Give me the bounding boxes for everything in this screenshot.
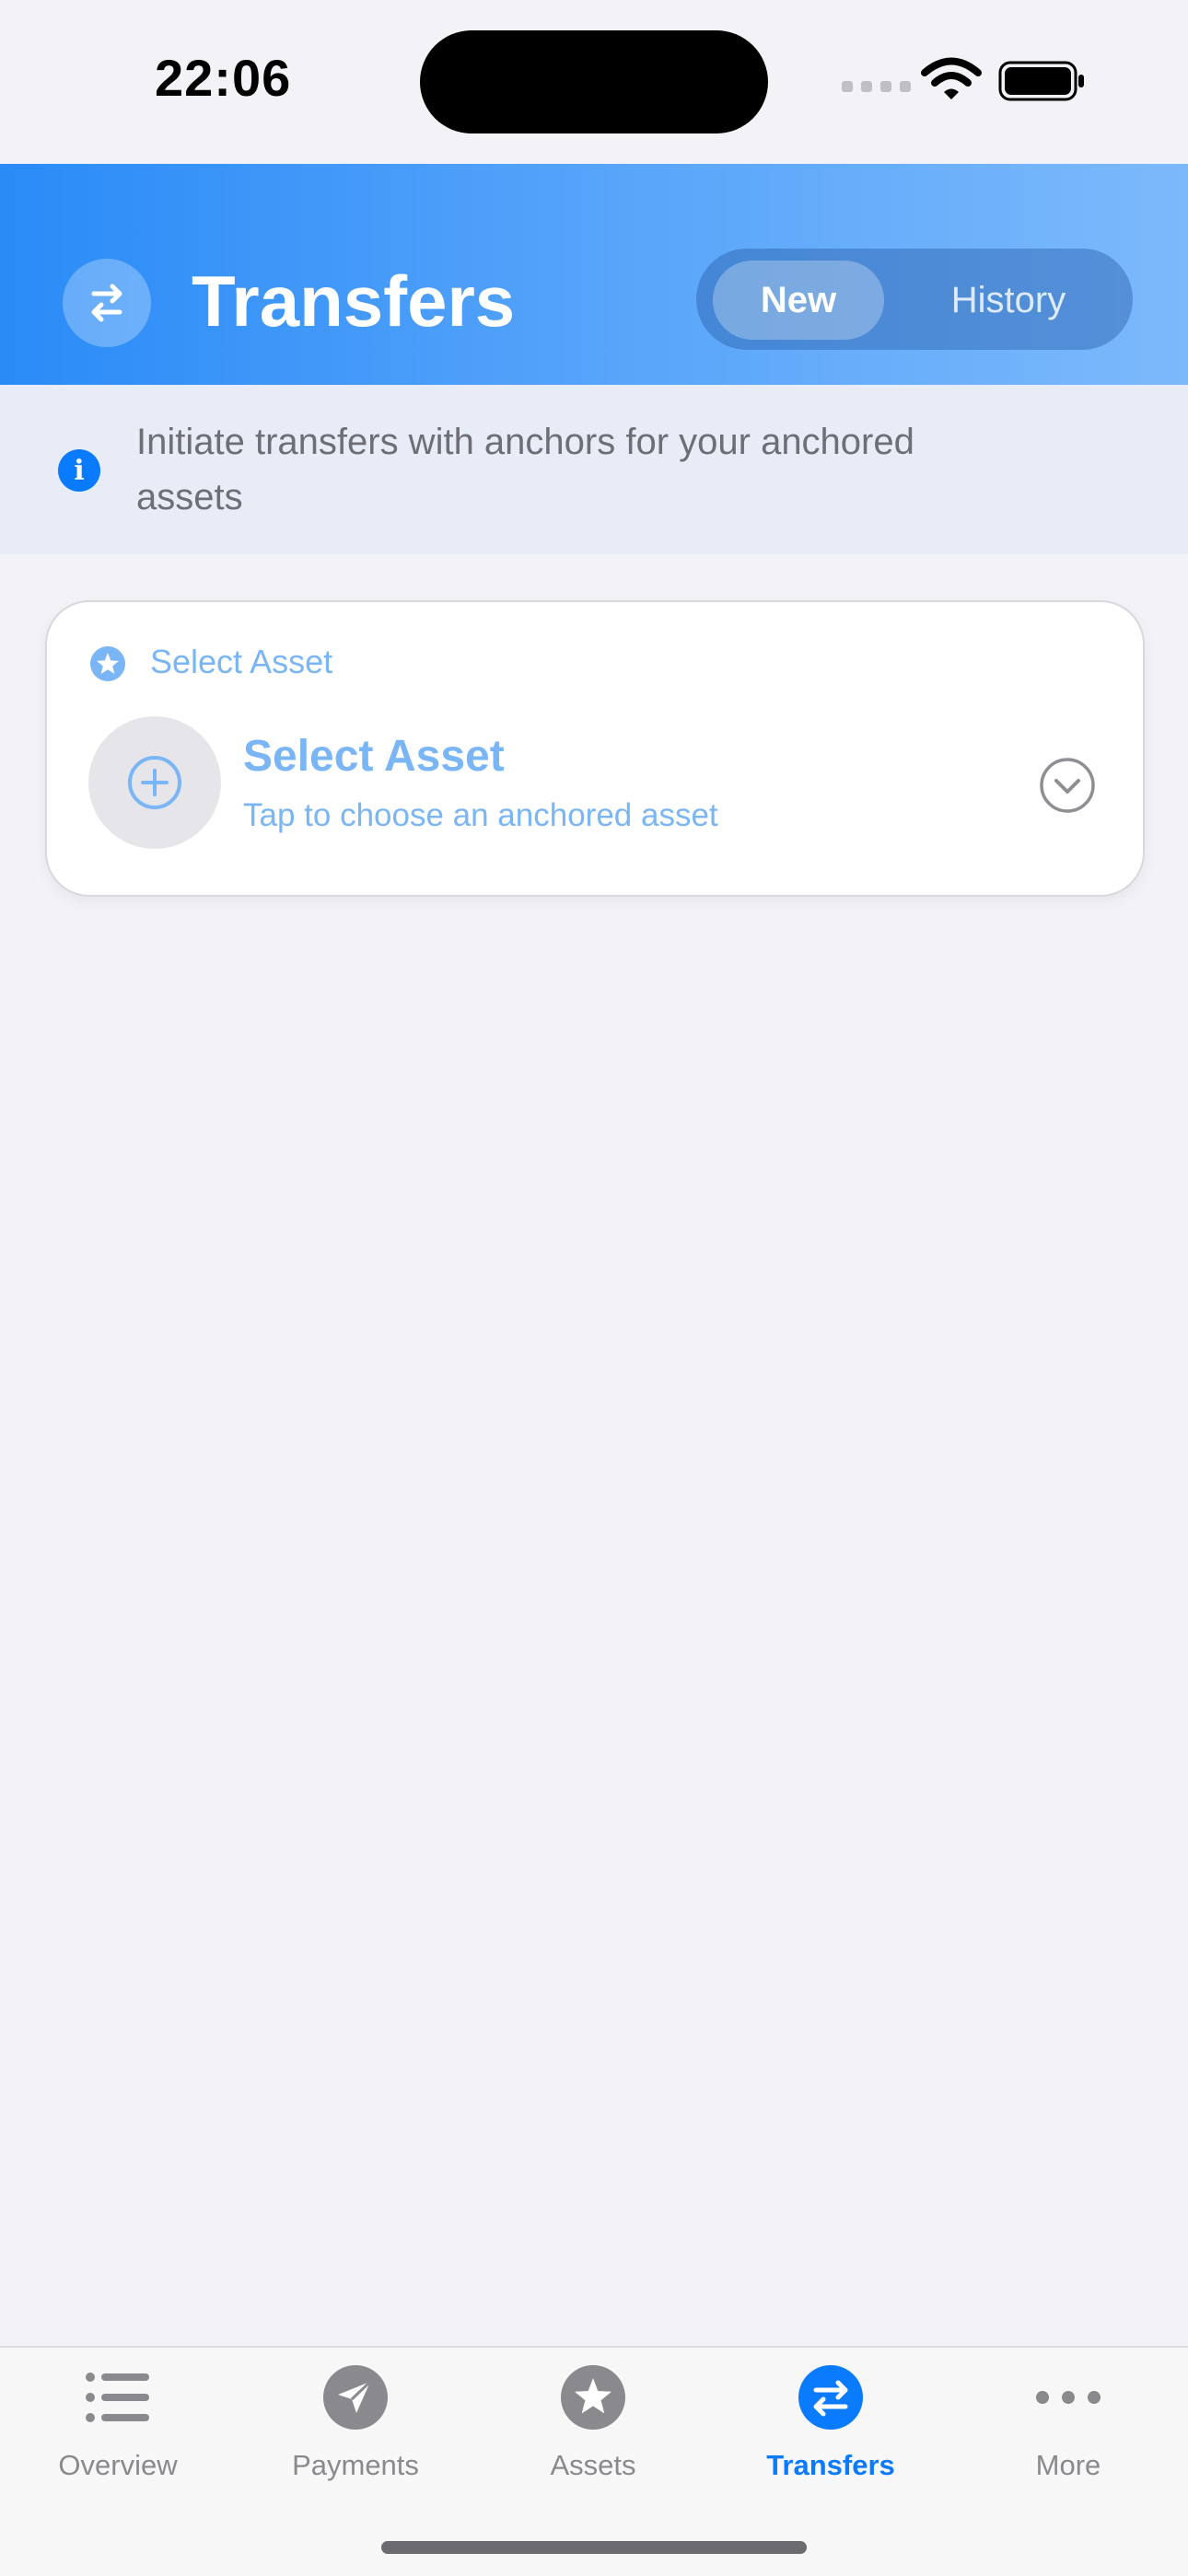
list-icon: [83, 2362, 153, 2432]
select-asset-subtitle: Tap to choose an anchored asset: [243, 797, 718, 833]
tab-label: Transfers: [766, 2449, 895, 2481]
tab-label: More: [1035, 2449, 1101, 2481]
battery-icon: [998, 61, 1084, 101]
tab-assets[interactable]: Assets: [492, 2362, 694, 2491]
info-circle-icon: i: [58, 449, 100, 492]
tab-more[interactable]: More: [967, 2362, 1170, 2491]
info-banner-text: Initiate transfers with anchors for your…: [136, 422, 914, 517]
star-circle-icon: [558, 2362, 628, 2432]
page-title: Transfers: [192, 261, 516, 342]
dynamic-island: [420, 30, 768, 133]
card-section-label: Select Asset: [150, 643, 333, 680]
cellular-signal-icon: [842, 81, 911, 92]
tab-payments[interactable]: Payments: [254, 2362, 457, 2491]
wifi-icon: [921, 57, 982, 99]
segment-history[interactable]: History: [903, 261, 1114, 340]
arrows-exchange-icon: [63, 259, 151, 347]
status-time: 22:06: [155, 49, 292, 107]
tab-transfers[interactable]: Transfers: [729, 2362, 932, 2491]
tab-label: Payments: [292, 2449, 419, 2481]
chevron-down-circle-icon[interactable]: [1039, 757, 1096, 814]
star-circle-icon: [90, 646, 125, 681]
segment-new[interactable]: New: [713, 261, 884, 340]
tab-label: Overview: [58, 2449, 178, 2481]
tab-overview[interactable]: Overview: [17, 2362, 219, 2491]
tab-label: Assets: [550, 2449, 636, 2481]
select-asset-title[interactable]: Select Asset: [243, 731, 505, 782]
plus-circle-icon[interactable]: [88, 716, 221, 849]
arrows-exchange-icon: [796, 2362, 866, 2432]
more-dots-icon: [1033, 2362, 1103, 2432]
paper-plane-icon: [320, 2362, 390, 2432]
home-indicator: [381, 2541, 807, 2554]
